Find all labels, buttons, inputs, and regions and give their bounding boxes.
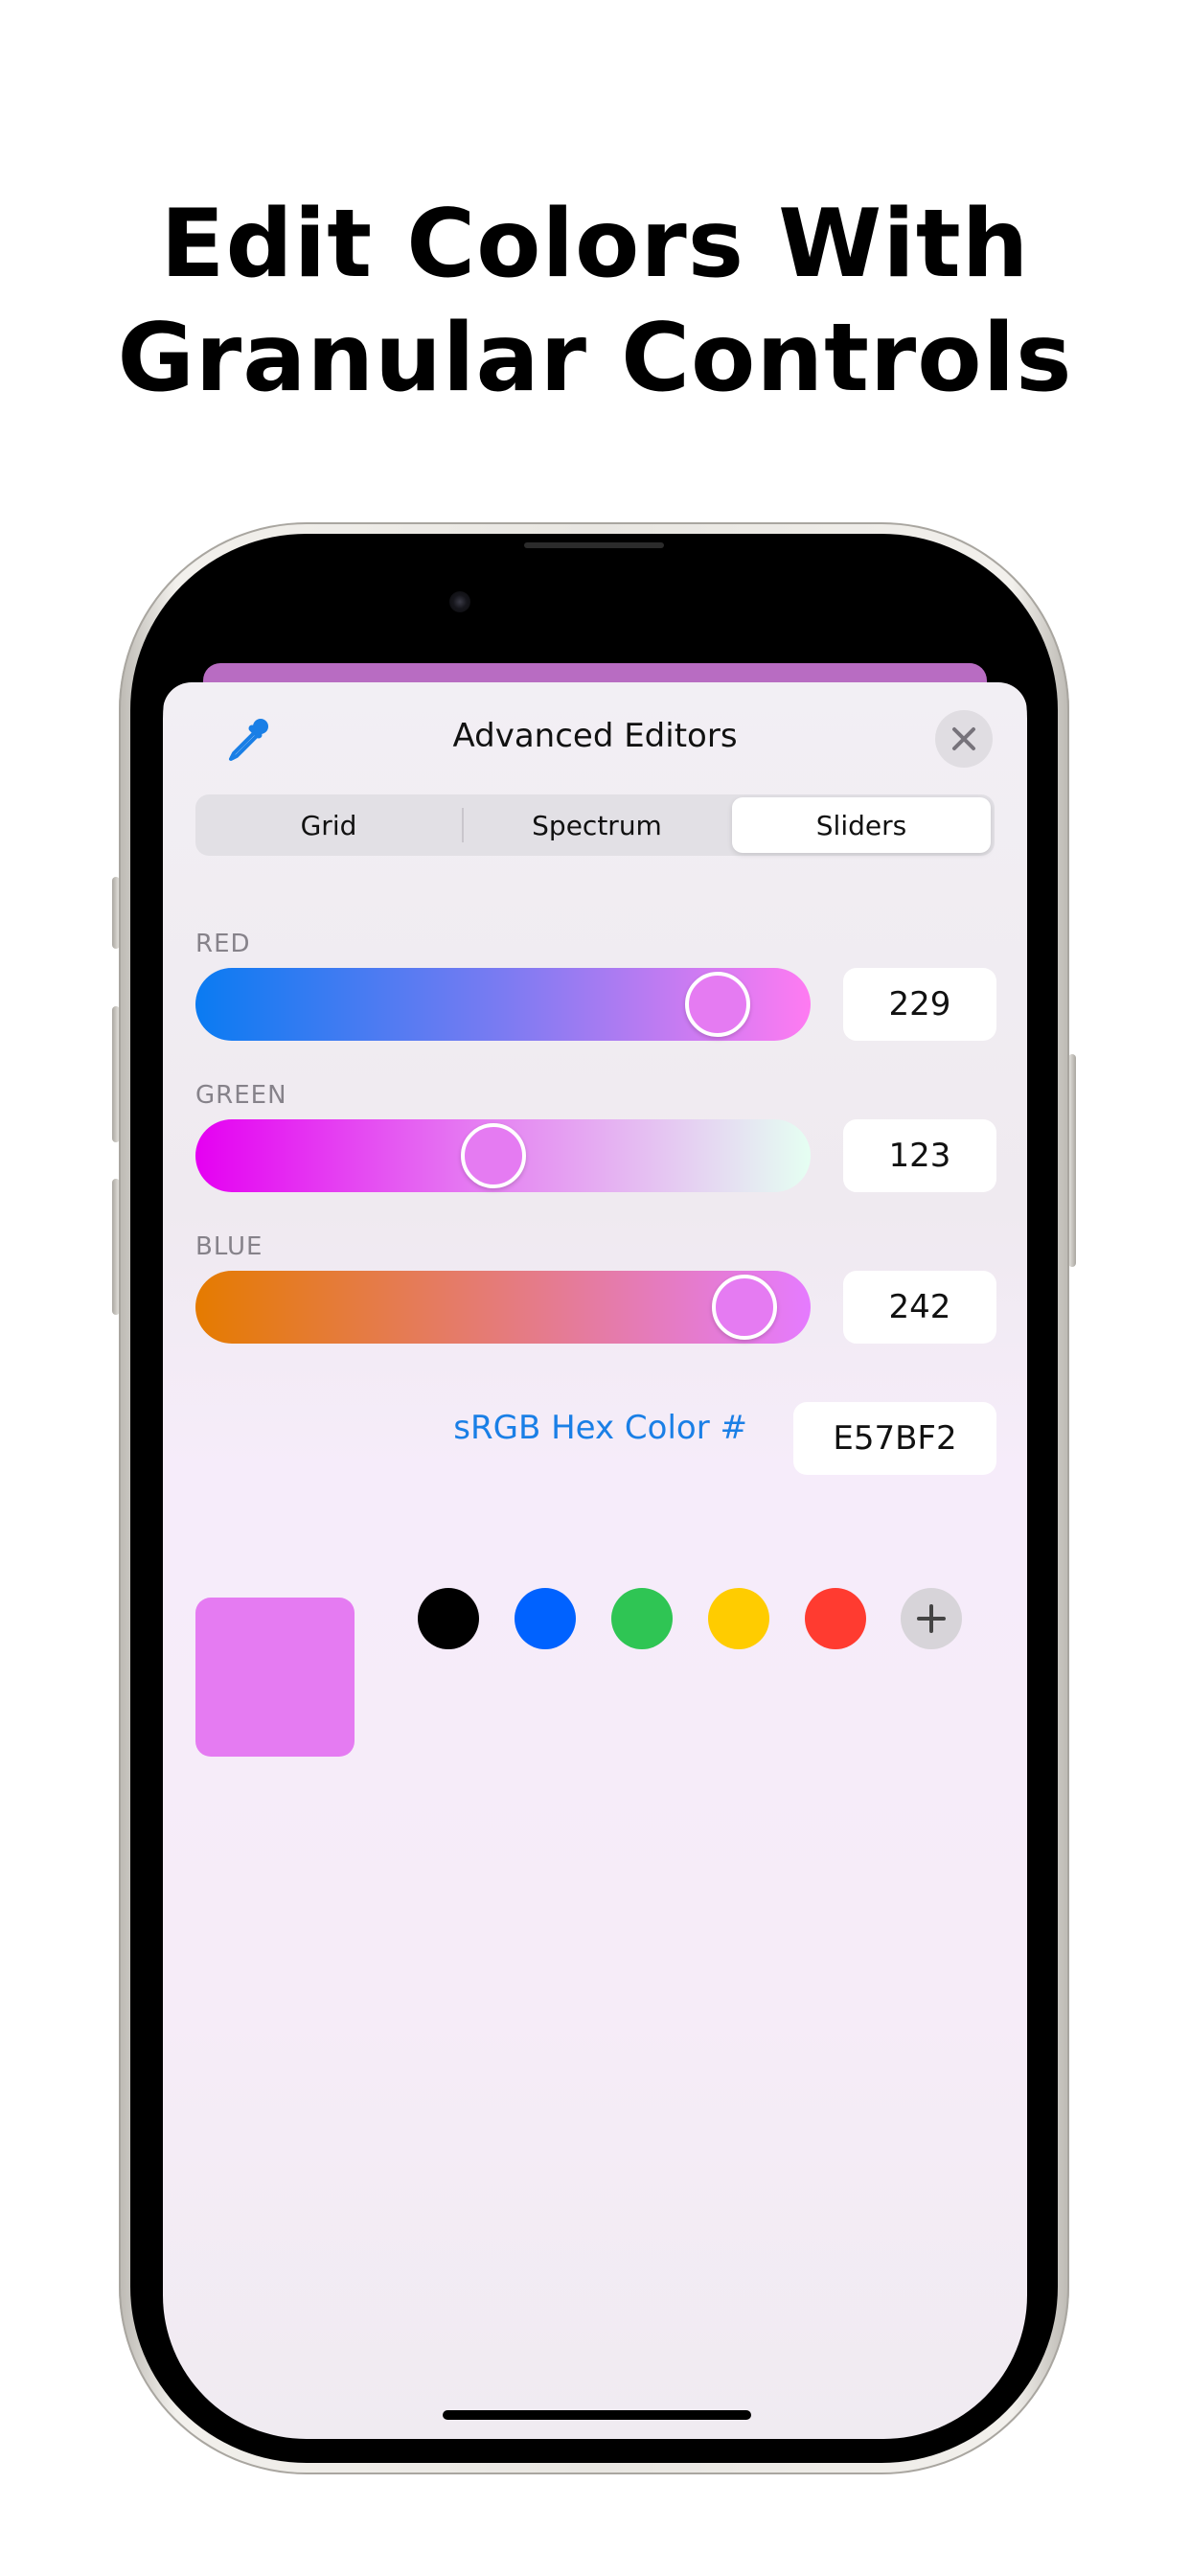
- blue-label: BLUE: [195, 1232, 263, 1261]
- red-value-field[interactable]: 229: [843, 968, 996, 1041]
- earpiece-speaker: [524, 542, 664, 548]
- swatch-blue[interactable]: [515, 1588, 576, 1649]
- swatch-green[interactable]: [611, 1588, 673, 1649]
- phone-screen: Advanced Editors Grid Spectrum Sliders R…: [163, 575, 1027, 2439]
- tab-spectrum[interactable]: Spectrum: [468, 797, 726, 853]
- tab-grid[interactable]: Grid: [199, 797, 458, 853]
- app-store-screenshot: Edit Colors With Granular Controls Advan…: [0, 0, 1190, 2576]
- plus-icon: [917, 1604, 946, 1633]
- advanced-editors-sheet: Advanced Editors Grid Spectrum Sliders R…: [163, 682, 1027, 2439]
- blue-slider-thumb[interactable]: [712, 1275, 778, 1340]
- red-label: RED: [195, 930, 251, 958]
- green-label: GREEN: [195, 1081, 287, 1110]
- headline-line-2: Granular Controls: [117, 304, 1073, 413]
- front-camera: [449, 591, 470, 612]
- close-button[interactable]: [935, 710, 993, 768]
- close-icon: [952, 727, 975, 750]
- green-slider[interactable]: [195, 1119, 811, 1192]
- tab-sliders[interactable]: Sliders: [732, 797, 991, 853]
- tab-divider: [462, 808, 464, 842]
- home-indicator: [443, 2410, 751, 2420]
- power-button: [1068, 1054, 1076, 1267]
- blue-slider[interactable]: [195, 1271, 811, 1344]
- editor-tab-control: Grid Spectrum Sliders: [195, 794, 995, 856]
- red-slider-thumb[interactable]: [684, 972, 750, 1037]
- hex-color-field[interactable]: E57BF2: [793, 1402, 996, 1475]
- swatch-black[interactable]: [418, 1588, 479, 1649]
- blue-value-field[interactable]: 242: [843, 1271, 996, 1344]
- green-value-field[interactable]: 123: [843, 1119, 996, 1192]
- current-color-preview: [195, 1598, 355, 1757]
- hex-color-label: sRGB Hex Color #: [453, 1409, 747, 1447]
- sheet-title: Advanced Editors: [452, 717, 738, 755]
- swatch-red[interactable]: [805, 1588, 866, 1649]
- red-slider[interactable]: [195, 968, 811, 1041]
- headline-line-1: Edit Colors With: [160, 190, 1030, 299]
- add-swatch-button[interactable]: [901, 1588, 962, 1649]
- swatch-yellow[interactable]: [708, 1588, 769, 1649]
- green-slider-thumb[interactable]: [460, 1123, 526, 1188]
